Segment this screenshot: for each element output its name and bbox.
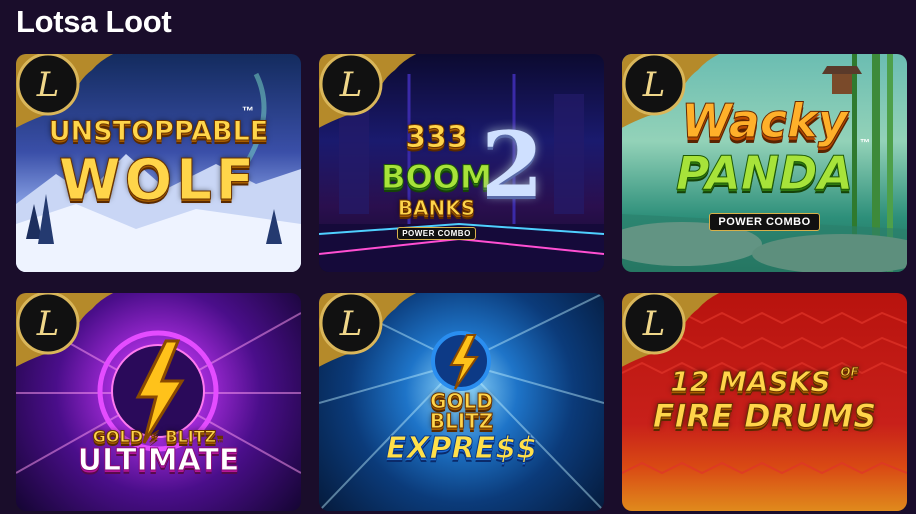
svg-text:L: L bbox=[339, 304, 363, 344]
section-title: Lotsa Loot bbox=[16, 4, 172, 39]
lotsa-loot-badge-icon: L bbox=[319, 293, 417, 367]
power-combo-tag-wrap: POWER COMBO bbox=[622, 210, 907, 231]
game-tile-gold-blitz-ultimate[interactable]: GOLD ⚡ BLITZ™ ULTIMATE L bbox=[16, 293, 301, 511]
game-title-line2: EXPRE$$ bbox=[386, 431, 538, 467]
game-tile-12-masks-of-fire-drums[interactable]: 12 MASKS OF FIRE DRUMS L bbox=[622, 293, 907, 511]
power-combo-tag: POWER COMBO bbox=[397, 227, 476, 240]
svg-text:L: L bbox=[36, 65, 60, 105]
game-grid: UNSTOPPABLE WOLF ™ L 333 BOOM BANKS POWE… bbox=[16, 54, 907, 511]
game-title-line2: BANKS bbox=[397, 196, 476, 221]
game-tile-boom-banks-2[interactable]: 333 BOOM BANKS POWER COMBO 2 L bbox=[319, 54, 604, 272]
game-title-line2: ULTIMATE bbox=[77, 443, 240, 479]
game-title-line2: WOLF bbox=[58, 148, 259, 214]
power-combo-tag: POWER COMBO bbox=[709, 213, 820, 231]
power-combo-tag-wrap: POWER COMBO bbox=[319, 221, 604, 240]
trademark: ™ bbox=[860, 138, 870, 149]
game-title-top: 12 MASKS OF bbox=[622, 365, 907, 399]
game-title-line1: 12 MASKS bbox=[670, 365, 831, 399]
lotsa-loot-badge-icon: L bbox=[16, 293, 114, 367]
lotsa-loot-badge-icon: L bbox=[319, 54, 417, 128]
lotsa-loot-badge-icon: L bbox=[622, 293, 720, 367]
game-tile-wacky-panda[interactable]: Wacky PANDA POWER COMBO ™ L bbox=[622, 54, 907, 272]
game-tile-gold-blitz-express[interactable]: GOLD BLITZ EXPRE$$ L bbox=[319, 293, 604, 511]
trademark: ™ bbox=[242, 104, 254, 118]
svg-text:L: L bbox=[642, 304, 666, 344]
game-title-mid: BLITZ bbox=[429, 409, 494, 434]
svg-text:L: L bbox=[339, 65, 363, 105]
game-title-of: OF bbox=[840, 365, 859, 380]
lotsa-loot-badge-icon: L bbox=[16, 54, 114, 128]
lotsa-loot-badge-icon: L bbox=[622, 54, 720, 128]
svg-text:L: L bbox=[36, 304, 60, 344]
game-title-line2: PANDA bbox=[675, 146, 854, 201]
svg-text:L: L bbox=[642, 65, 666, 105]
game-title-line1: BOOM bbox=[381, 158, 493, 197]
sequel-number: 2 bbox=[481, 112, 544, 218]
game-title-line2: FIRE DRUMS bbox=[652, 397, 877, 436]
game-tile-unstoppable-wolf[interactable]: UNSTOPPABLE WOLF ™ L bbox=[16, 54, 301, 272]
